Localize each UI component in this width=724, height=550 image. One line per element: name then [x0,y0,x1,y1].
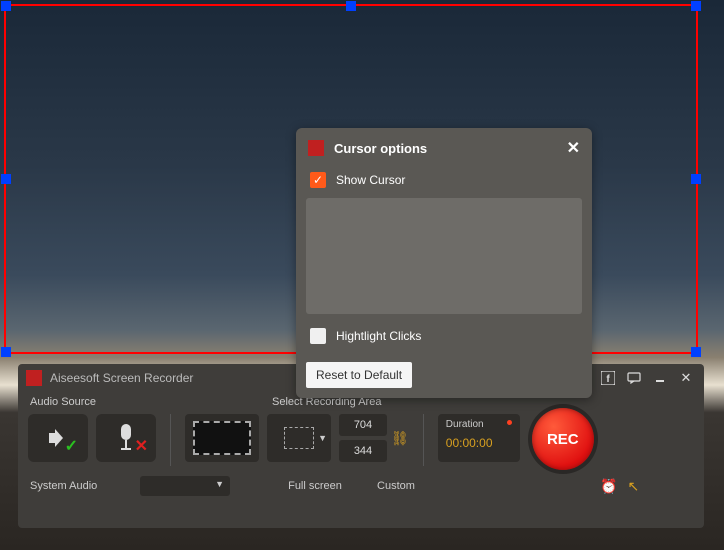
chevron-down-icon: ▼ [215,479,224,489]
controls-row: ✓ ✕ ▼ ⛓ Duration 00:00:00 [18,410,704,474]
show-cursor-row[interactable]: ✓ Show Cursor [296,168,592,198]
width-input[interactable] [339,414,387,436]
app-title: Aiseesoft Screen Recorder [50,371,193,385]
cursor-options-dialog: Cursor options ✕ ✓ Show Cursor Hightligh… [296,128,592,398]
resize-handle-bottom-right[interactable] [691,347,701,357]
divider [170,414,171,466]
audio-device-dropdown[interactable]: ▼ [140,476,230,496]
full-screen-button[interactable] [185,414,259,462]
highlight-clicks-label: Hightlight Clicks [336,329,421,343]
check-icon: ✓ [65,436,78,456]
resize-handle-top-left[interactable] [1,1,11,11]
dialog-title: Cursor options [334,141,427,156]
system-audio-label: System Audio [30,480,130,492]
divider [423,414,424,466]
fullscreen-icon [193,421,251,455]
dialog-header: Cursor options ✕ [296,128,592,168]
svg-text:f: f [606,374,610,385]
resize-handle-top-middle[interactable] [346,1,356,11]
app-icon [26,370,42,386]
resize-handle-top-right[interactable] [691,1,701,11]
bottom-row: System Audio ▼ Full screen Custom ⏰ ↖ [18,474,704,498]
chevron-down-icon[interactable]: ▼ [318,433,327,443]
duration-box[interactable]: Duration 00:00:00 [438,414,520,462]
app-icon [308,140,324,156]
cursor-options-icon[interactable]: ↖ [627,478,639,495]
system-audio-button[interactable]: ✓ [28,414,88,462]
full-screen-caption: Full screen [276,480,354,492]
link-dimensions-icon[interactable]: ⛓ [391,430,409,447]
cursor-preview-panel [306,198,582,314]
resize-handle-middle-left[interactable] [1,174,11,184]
record-label: REC [547,431,579,448]
minimize-button[interactable] [650,370,670,386]
recording-dot-icon [507,420,512,425]
feedback-icon[interactable] [624,370,644,386]
highlight-clicks-checkbox[interactable] [310,328,326,344]
duration-label: Duration [446,419,512,430]
duration-value: 00:00:00 [446,436,512,450]
timer-icon[interactable]: ⏰ [600,478,617,495]
close-icon[interactable]: ✕ [567,138,580,158]
resize-handle-bottom-left[interactable] [1,347,11,357]
x-icon: ✕ [135,436,148,456]
height-input[interactable] [339,440,387,462]
highlight-clicks-row[interactable]: Hightlight Clicks [296,324,592,354]
close-button[interactable]: ✕ [676,370,696,386]
custom-area-icon [284,427,314,449]
reset-to-default-button[interactable]: Reset to Default [306,362,412,388]
audio-source-label: Audio Source [30,396,272,408]
facebook-icon[interactable]: f [598,370,618,386]
resize-handle-middle-right[interactable] [691,174,701,184]
microphone-button[interactable]: ✕ [96,414,156,462]
custom-area-button[interactable]: ▼ [267,414,331,462]
microphone-icon [116,424,136,452]
record-button[interactable]: REC [532,408,594,470]
show-cursor-checkbox[interactable]: ✓ [310,172,326,188]
custom-caption: Custom [364,480,428,492]
show-cursor-label: Show Cursor [336,173,405,187]
